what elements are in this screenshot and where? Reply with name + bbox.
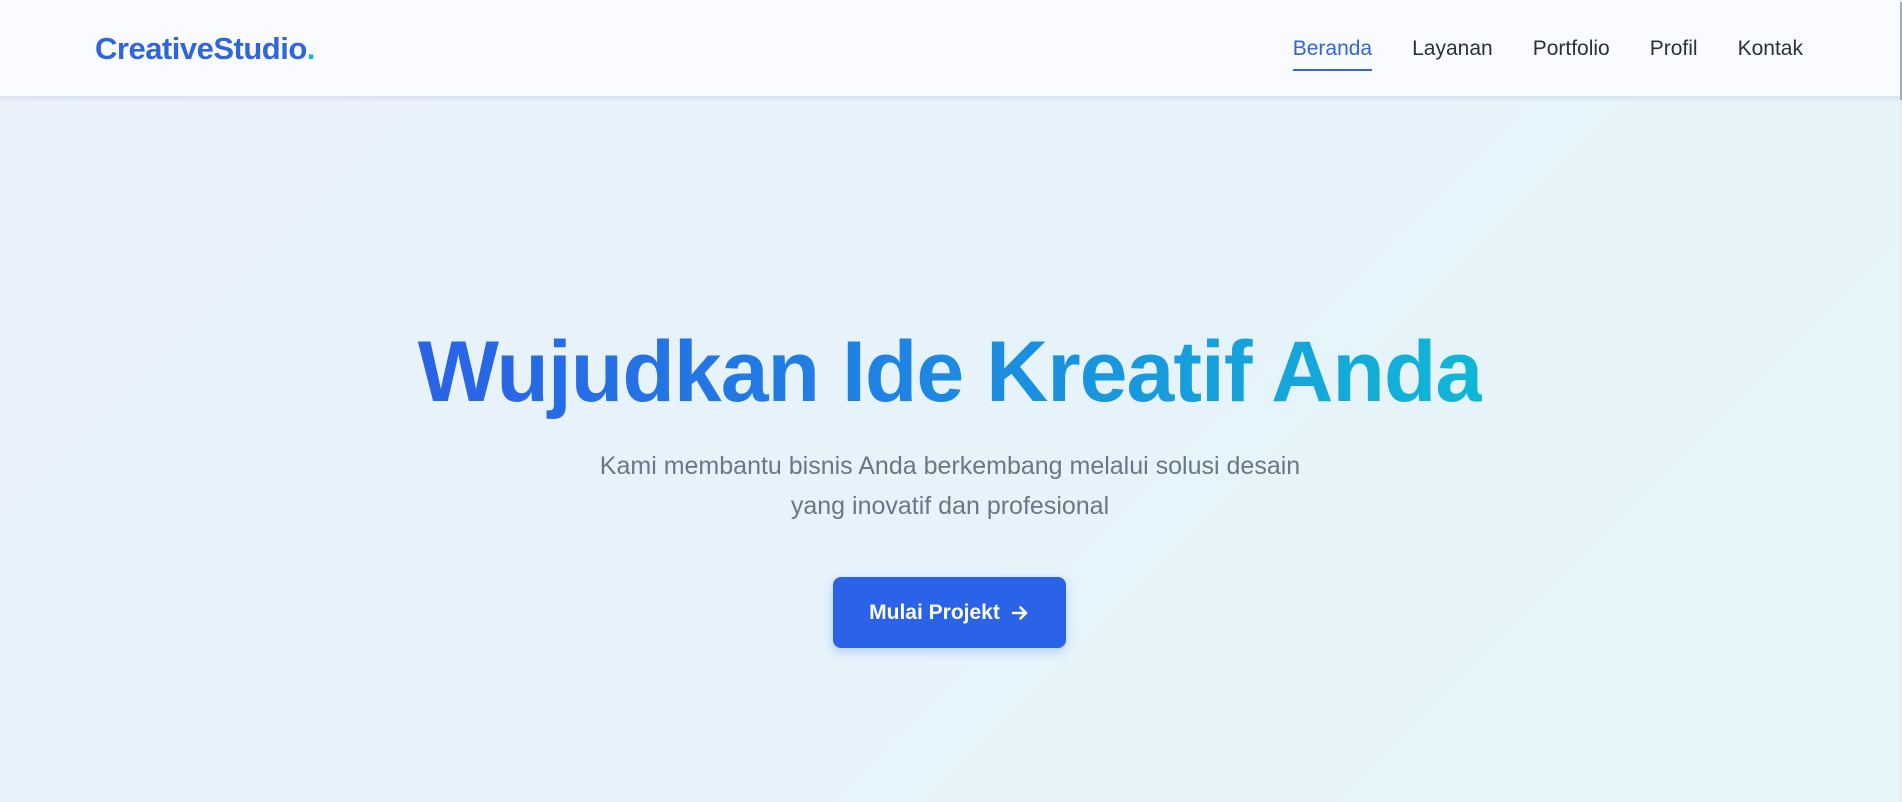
nav-item-portfolio[interactable]: Portfolio	[1533, 35, 1610, 71]
start-project-button[interactable]: Mulai Projekt	[833, 577, 1066, 648]
nav-item-layanan[interactable]: Layanan	[1412, 35, 1493, 71]
navbar: CreativeStudio. Beranda Layanan Portfoli…	[0, 0, 1900, 97]
arrow-right-icon	[1010, 603, 1030, 623]
hero-subtitle: Kami membantu bisnis Anda berkembang mel…	[599, 452, 1301, 520]
hero-title: Wujudkan Ide Kreatif Anda	[0, 322, 1900, 422]
brand-name: CreativeStudio	[95, 31, 307, 66]
hero-title-text: Wujudkan Ide Kreatif Anda	[417, 324, 1483, 420]
brand-logo[interactable]: CreativeStudio.	[95, 30, 315, 68]
start-project-label: Mulai Projekt	[869, 600, 1000, 624]
nav-item-beranda[interactable]: Beranda	[1292, 35, 1373, 71]
main-nav: Beranda Layanan Portfolio Profil Kontak	[1292, 35, 1803, 71]
nav-item-profil[interactable]: Profil	[1650, 35, 1698, 71]
brand-dot: .	[306, 31, 316, 66]
hero-section: Wujudkan Ide Kreatif Anda Kami membantu …	[0, 97, 1900, 802]
nav-item-kontak[interactable]: Kontak	[1738, 35, 1803, 71]
